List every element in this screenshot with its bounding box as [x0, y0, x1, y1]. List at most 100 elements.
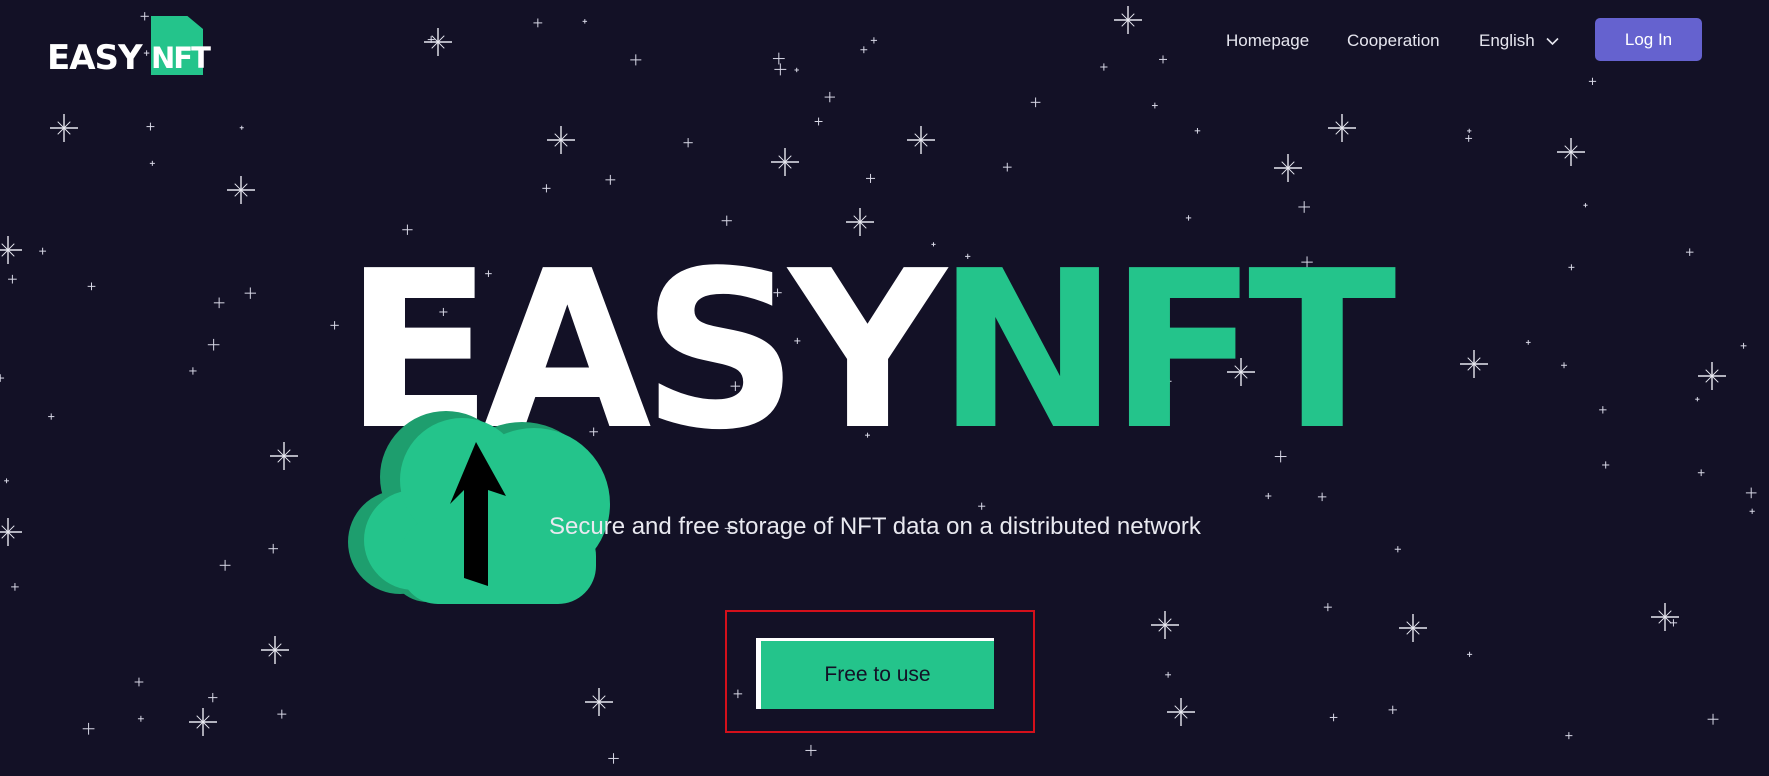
- sparkle-star-icon: [1460, 350, 1488, 378]
- sparkle-star-icon: [772, 52, 785, 65]
- hero-subtitle: Secure and free storage of NFT data on a…: [549, 513, 1201, 540]
- sparkle-star-icon: [1568, 264, 1575, 271]
- sparkle-star-icon: [1114, 6, 1142, 34]
- sparkle-star-icon: [1265, 492, 1272, 500]
- sparkle-star-icon: [582, 19, 588, 24]
- sparkle-star-icon: [82, 722, 95, 735]
- sparkle-star-icon: [1669, 619, 1678, 627]
- sparkle-star-icon: [219, 559, 231, 571]
- cloud-upload-icon: [348, 411, 610, 604]
- sparkle-star-icon: [146, 122, 155, 131]
- chevron-down-icon: [1545, 37, 1559, 46]
- sparkle-star-icon: [866, 173, 876, 183]
- sparkle-star-icon: [605, 174, 616, 185]
- sparkle-star-icon: [213, 297, 225, 309]
- sparkle-star-icon: [585, 688, 613, 716]
- sparkle-star-icon: [277, 709, 287, 719]
- sparkle-star-icon: [1525, 340, 1531, 345]
- sparkle-star-icon: [771, 148, 799, 176]
- sparkle-star-icon: [1399, 614, 1427, 642]
- sparkle-star-icon: [1465, 135, 1473, 142]
- sparkle-star-icon: [1151, 102, 1158, 109]
- sparkle-star-icon: [208, 692, 218, 703]
- sparkle-star-icon: [542, 184, 551, 193]
- language-label: English: [1479, 31, 1535, 50]
- sparkle-star-icon: [1745, 487, 1757, 499]
- sparkle-star-icon: [547, 126, 575, 154]
- nav-link-cooperation[interactable]: Cooperation: [1347, 30, 1440, 52]
- sparkle-star-icon: [1100, 63, 1108, 71]
- sparkle-star-icon: [1565, 732, 1573, 740]
- sparkle-star-icon: [1602, 461, 1610, 469]
- sparkle-star-icon: [239, 125, 244, 130]
- sparkle-star-icon: [1030, 97, 1041, 108]
- sparkle-star-icon: [1388, 705, 1397, 715]
- sparkle-star-icon: [0, 518, 22, 546]
- sparkle-star-icon: [11, 583, 19, 591]
- sparkle-star-icon: [4, 478, 9, 484]
- sparkle-star-icon: [261, 636, 289, 664]
- sparkle-star-icon: [630, 54, 642, 66]
- sparkle-star-icon: [805, 744, 817, 756]
- sparkle-star-icon: [189, 708, 217, 736]
- sparkle-star-icon: [1274, 154, 1302, 182]
- sparkle-star-icon: [330, 321, 339, 330]
- sparkle-star-icon: [1749, 508, 1755, 514]
- language-selector[interactable]: English: [1479, 30, 1559, 52]
- sparkle-star-icon: [134, 677, 144, 687]
- sparkle-star-icon: [824, 91, 835, 103]
- sparkle-star-icon: [978, 502, 986, 510]
- sparkle-star-icon: [1167, 698, 1195, 726]
- sparkle-star-icon: [227, 176, 255, 204]
- free-to-use-button[interactable]: Free to use: [756, 638, 994, 709]
- sparkle-star-icon: [1298, 201, 1311, 213]
- hero-title-nft: NFT: [936, 225, 1397, 478]
- sparkle-star-icon: [0, 236, 22, 264]
- sparkle-star-icon: [794, 67, 799, 73]
- sparkle-star-icon: [39, 247, 47, 255]
- sparkle-star-icon: [1159, 55, 1168, 64]
- sparkle-star-icon: [1394, 546, 1401, 553]
- sparkle-star-icon: [48, 413, 55, 420]
- login-button[interactable]: Log In: [1595, 18, 1702, 61]
- logo-text-easy: EASY: [47, 38, 143, 78]
- nav-link-homepage[interactable]: Homepage: [1226, 30, 1309, 52]
- sparkle-star-icon: [268, 543, 279, 554]
- sparkle-star-icon: [1185, 215, 1192, 221]
- sparkle-star-icon: [1002, 162, 1012, 172]
- sparkle-star-icon: [774, 63, 787, 76]
- sparkle-star-icon: [1707, 713, 1719, 725]
- sparkle-star-icon: [1323, 603, 1332, 612]
- sparkle-star-icon: [244, 287, 257, 299]
- sparkle-star-icon: [87, 282, 96, 291]
- sparkle-star-icon: [149, 160, 155, 166]
- sparkle-star-icon: [870, 37, 878, 44]
- sparkle-star-icon: [0, 374, 5, 382]
- sparkle-star-icon: [1317, 492, 1327, 502]
- sparkle-star-icon: [860, 46, 868, 54]
- sparkle-star-icon: [683, 138, 693, 148]
- sparkle-star-icon: [8, 274, 17, 284]
- sparkle-star-icon: [189, 367, 197, 375]
- sparkle-star-icon: [1695, 397, 1700, 402]
- sparkle-star-icon: [608, 753, 619, 764]
- sparkle-star-icon: [1466, 651, 1473, 657]
- logo-text-nft: NFT: [151, 41, 211, 75]
- sparkle-star-icon: [814, 117, 823, 126]
- sparkle-star-icon: [1561, 362, 1567, 369]
- sparkle-star-icon: [533, 18, 543, 28]
- sparkle-star-icon: [207, 338, 220, 351]
- sparkle-star-icon: [1151, 611, 1179, 639]
- sparkle-star-icon: [1194, 128, 1201, 134]
- sparkle-star-icon: [1467, 128, 1472, 134]
- sparkle-star-icon: [1685, 248, 1694, 256]
- sparkle-star-icon: [1165, 671, 1172, 678]
- brand-logo[interactable]: EASY NFT: [47, 16, 211, 78]
- sparkle-star-icon: [50, 114, 78, 142]
- sparkle-star-icon: [1329, 713, 1338, 722]
- sparkle-star-icon: [1328, 114, 1356, 142]
- sparkle-star-icon: [1697, 469, 1705, 477]
- sparkle-star-icon: [907, 126, 935, 154]
- sparkle-star-icon: [270, 442, 298, 470]
- sparkle-star-icon: [137, 715, 144, 722]
